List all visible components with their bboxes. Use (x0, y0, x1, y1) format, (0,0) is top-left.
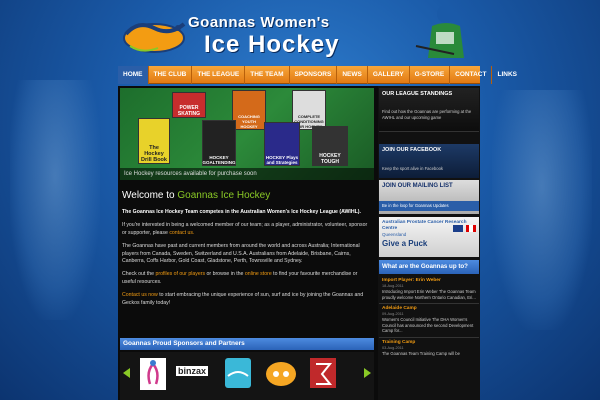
goanna-logo-icon[interactable] (118, 14, 190, 58)
standings-caption: Find out how the Goannas are performing … (382, 109, 472, 120)
nav-gallery[interactable]: GALLERY (368, 65, 410, 84)
hockey-player-icon (415, 5, 464, 58)
news-item[interactable]: Training Camp 03-Aug-2011 The Goannas Te… (379, 338, 479, 360)
background-player-left (10, 80, 100, 320)
prostate-cancer-panel[interactable]: Australian Prostate Cancer Research Cent… (379, 217, 479, 257)
news-title[interactable]: Adelaide Camp (382, 306, 476, 311)
book-power-skating: POWER SKATING (172, 92, 206, 118)
site-title-line2: Ice Hockey (204, 31, 340, 58)
sponsors-heading: Goannas Proud Sponsors and Partners (120, 338, 374, 350)
welcome-heading: Welcome to Goannas Ice Hockey (122, 190, 271, 201)
carousel-next-arrow-icon[interactable] (364, 368, 371, 378)
mailing-caption: Be in the loop for Goannas Updates (379, 201, 479, 211)
book-goaltending: HOCKEY GOALTENDING (202, 120, 236, 166)
sponsor-red-logo-icon[interactable] (308, 356, 338, 392)
banner-caption: Ice Hockey resources available for purch… (120, 168, 374, 180)
nav-the-club[interactable]: THE CLUB (149, 65, 193, 84)
sponsor-figure-logo-icon[interactable] (138, 356, 168, 392)
contact-us-now-link[interactable]: Contact us now (122, 292, 158, 298)
news-date: 03-Aug-2011 (382, 345, 404, 350)
canada-flag-icon (466, 225, 476, 232)
book-plays-strategies: HOCKEY Plays and Strategies (264, 122, 300, 166)
nav-the-league[interactable]: THE LEAGUE (192, 65, 246, 84)
sponsors-carousel: binzax (120, 352, 374, 400)
news-item[interactable]: Adelaide Camp 09-Aug-2011 Women's Counci… (379, 304, 479, 338)
news-title[interactable]: Import Player: Erin Weber (382, 278, 476, 283)
main-nav: HOME THE CLUB THE LEAGUE THE TEAM SPONSO… (118, 65, 517, 84)
sponsor-orange-logo-icon[interactable] (264, 356, 298, 392)
page-wrapper: Goannas Women's Ice Hockey HOME THE CLUB… (118, 0, 517, 400)
sponsor-binzax-logo[interactable]: binzax (176, 366, 209, 376)
carousel-prev-arrow-icon[interactable] (123, 368, 130, 378)
australia-flag-icon (453, 225, 463, 232)
news-item[interactable]: Import Player: Erin Weber 18-Aug-2011 In… (379, 276, 479, 305)
standings-title: OUR LEAGUE STANDINGS (382, 91, 453, 97)
nav-home[interactable]: HOME (118, 65, 149, 84)
nav-news[interactable]: NEWS (337, 65, 368, 84)
welcome-p3: The Goannas have past and current member… (122, 243, 360, 265)
book-coaching-youth: COACHING YOUTH HOCKEY (232, 90, 266, 130)
goannas-up-to-heading: What are the Goannas up to? (379, 260, 479, 274)
facebook-caption: Keep the sport alive in Facebook (382, 166, 443, 171)
give-a-puck-label: Give a Puck (382, 239, 428, 248)
book-drill: The Hockey Drill Book (138, 118, 170, 164)
news-text: Introducing Import Erin Weber The Goanna… (382, 289, 476, 300)
news-date: 09-Aug-2011 (382, 312, 404, 317)
prostate-title: Australian Prostate Cancer Research Cent… (382, 220, 467, 231)
news-text: Women's Council Initiative The DHA Women… (382, 317, 474, 334)
player-profiles-link[interactable]: profiles of our players (155, 271, 205, 277)
mailing-title: JOIN OUR MAILING LIST (382, 183, 453, 189)
nav-links[interactable]: LINKS (492, 66, 522, 84)
league-standings-panel[interactable]: OUR LEAGUE STANDINGS Find out how the Go… (379, 88, 479, 132)
welcome-p5: Contact us now to start embracing the un… (122, 292, 364, 306)
news-text: The Goannas Team Training Camp will be (382, 350, 460, 356)
nav-the-team[interactable]: THE TEAM (245, 65, 290, 84)
nav-g-store[interactable]: G-STORE (410, 65, 451, 84)
nav-sponsors[interactable]: SPONSORS (290, 65, 338, 84)
facebook-title: JOIN OUR FACEBOOK (382, 147, 442, 153)
contact-us-link[interactable]: contact us. (169, 230, 194, 236)
online-store-link[interactable]: online store (245, 271, 272, 277)
mailing-list-panel[interactable]: JOIN OUR MAILING LIST Be in the loop for… (379, 180, 479, 214)
book-hockey-tough: HOCKEY TOUGH (312, 126, 348, 166)
site-title-line1: Goannas Women's (188, 14, 330, 31)
welcome-intro: The Goannas Ice Hockey Team competes in … (122, 209, 361, 215)
news-date: 18-Aug-2011 (382, 284, 404, 288)
welcome-p4: Check out the profiles of our players or… (122, 271, 358, 285)
sponsor-tv-channel-logo-icon[interactable] (224, 356, 252, 392)
facebook-panel[interactable]: JOIN OUR FACEBOOK Keep the sport alive i… (379, 144, 479, 178)
main-area: POWER SKATING COACHING YOUTH HOCKEY COMP… (118, 86, 480, 400)
background-player-right (492, 90, 592, 330)
site-header: Goannas Women's Ice Hockey (118, 0, 480, 66)
news-title[interactable]: Training Camp (382, 340, 476, 345)
sidebar: OUR LEAGUE STANDINGS Find out how the Go… (378, 86, 480, 400)
content-column: POWER SKATING COACHING YOUTH HOCKEY COMP… (118, 86, 376, 400)
news-list: Import Player: Erin Weber 18-Aug-2011 In… (379, 276, 479, 360)
welcome-section: Welcome to Goannas Ice Hockey The Goanna… (122, 190, 372, 313)
resources-banner[interactable]: POWER SKATING COACHING YOUTH HOCKEY COMP… (120, 88, 374, 180)
welcome-p2: If you're interested in being a welcomed… (122, 222, 368, 236)
nav-contact[interactable]: CONTACT (450, 65, 493, 84)
